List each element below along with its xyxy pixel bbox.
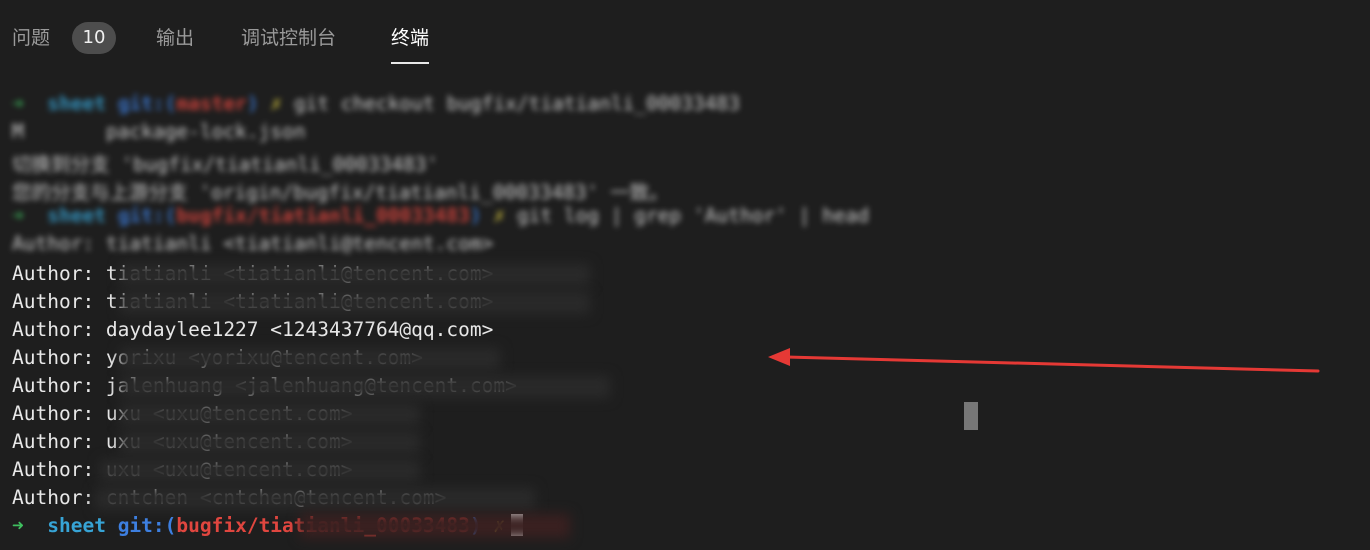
annotation-arrow: [768, 348, 1320, 373]
